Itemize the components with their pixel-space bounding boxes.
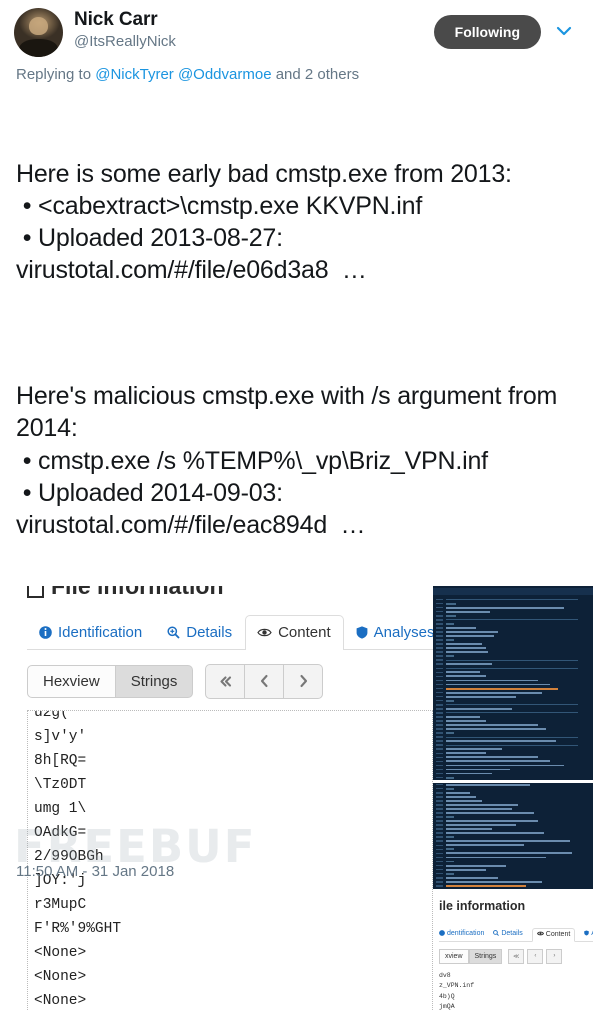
eye-icon (257, 627, 272, 638)
chevron-left-icon[interactable]: ‹ (527, 948, 544, 964)
tweet-header: Nick Carr @ItsReallyNick Following (0, 0, 593, 57)
reply-context: Replying to @NickTyrer @Oddvarmoe and 2 … (0, 52, 593, 83)
string-line: <None> (34, 968, 87, 985)
magnifier-plus-icon (493, 929, 500, 938)
mini-hexview-button[interactable]: xview (439, 948, 469, 964)
double-chevron-left-icon[interactable] (205, 663, 246, 699)
file-information-heading: File information (0, 585, 460, 600)
mini-file-information-heading: ile information (439, 898, 526, 913)
mini-tab-details[interactable]: Details (493, 929, 523, 941)
shield-icon (584, 929, 590, 938)
tab-identification[interactable]: Identification (27, 615, 155, 650)
mini-strings-output[interactable]: dv8 z_VPN.inf 4b)Q jmQA tp.exed"uu haji … (439, 971, 593, 1010)
author-handle[interactable]: @ItsReallyNick (74, 33, 434, 50)
view-toggle-group[interactable]: Hexview Strings (27, 664, 194, 698)
tab-details[interactable]: Details (155, 615, 245, 650)
virustotal-tabs[interactable]: Identification Details Content Analyses (27, 611, 435, 650)
chevron-right-icon[interactable] (284, 663, 324, 699)
string-line: <None> (34, 944, 87, 961)
tab-analyses-label: Analyses (373, 623, 435, 641)
mini-virustotal-tabs[interactable]: dentification Details Content A (439, 923, 593, 942)
mini-tab-details-label: Details (501, 930, 523, 937)
mini-tab-analyses[interactable]: A (584, 929, 593, 941)
tweet-paragraph-2: Here's malicious cmstp.exe with /s argum… (16, 382, 558, 539)
reply-suffix[interactable]: and 2 others (272, 66, 359, 83)
checkbox-icon (27, 585, 44, 598)
string-line: \Tz0DT (34, 776, 87, 793)
string-line: F'R%'9%GHT (34, 920, 122, 937)
tab-content-label: Content (278, 623, 331, 641)
double-chevron-left-icon[interactable]: ≪ (508, 948, 525, 964)
tweet-text: Here is some early bad cmstp.exe from 20… (0, 83, 593, 574)
hexview-button[interactable]: Hexview (27, 664, 116, 698)
editor-tabbar (433, 587, 593, 595)
mini-tab-content-label: Content (545, 930, 571, 938)
reply-mentions[interactable]: @NickTyrer @Oddvarmoe (95, 66, 271, 83)
reply-prefix: Replying to (16, 66, 96, 83)
info-circle-icon (439, 929, 445, 938)
pagination-group[interactable] (205, 663, 324, 699)
mini-tab-identification-label: dentification (447, 930, 485, 937)
tweet-timestamp[interactable]: 11:50 AM - 31 Jan 2018 (16, 863, 174, 880)
tab-content[interactable]: Content (245, 614, 344, 650)
string-line: r3MupC (34, 896, 87, 913)
mini-string-line: dv8 (439, 971, 451, 979)
string-line: s]v'y' (34, 728, 87, 745)
mini-tab-identification[interactable]: dentification (439, 929, 485, 941)
editor-code-lines (433, 598, 593, 889)
avatar[interactable] (14, 8, 63, 57)
content-view-controls[interactable]: Hexview Strings (27, 663, 433, 699)
string-line: 8h[RQ= (34, 752, 87, 769)
magnifier-plus-icon (167, 625, 180, 639)
mini-virustotal-screenshot: ile information dentification Details Co… (433, 888, 593, 1010)
info-circle-icon (39, 625, 52, 639)
string-line: umg 1\ (34, 800, 87, 817)
author-display-name[interactable]: Nick Carr (74, 9, 434, 31)
strings-output[interactable]: u2g(' s]v'y' 8h[RQ= \Tz0DT umg 1\ OAdkG=… (27, 709, 433, 1010)
tweet-footer: 11:50 AM - 31 Jan 2018 (0, 863, 593, 891)
strings-button[interactable]: Strings (115, 664, 194, 698)
chevron-down-icon[interactable] (553, 20, 575, 42)
shield-icon (356, 625, 368, 639)
chevron-left-icon[interactable] (245, 663, 285, 699)
file-information-label: File information (51, 585, 224, 599)
string-line: <None> (34, 992, 87, 1009)
mini-tab-content[interactable]: Content (531, 927, 576, 942)
tab-details-label: Details (186, 623, 233, 641)
code-editor-screenshot (433, 585, 593, 889)
mini-string-line: jmQA (439, 1003, 455, 1010)
following-button[interactable]: Following (433, 15, 541, 49)
virustotal-screenshot: File information Identification Details … (0, 585, 460, 1010)
mini-string-line: z_VPN.inf (439, 982, 475, 989)
string-line: u2g(' (34, 709, 78, 721)
tweet-paragraph-1: Here is some early bad cmstp.exe from 20… (16, 159, 512, 285)
tab-identification-label: Identification (58, 623, 143, 641)
mini-strings-button[interactable]: Strings (468, 948, 503, 964)
author-name-block: Nick Carr @ItsReallyNick (74, 8, 434, 50)
mini-string-line: 4b)Q (439, 992, 455, 1000)
string-line: OAdkG= (34, 824, 87, 841)
chevron-right-icon[interactable]: › (546, 948, 563, 964)
tab-analyses[interactable]: Analyses (344, 615, 448, 650)
mini-content-view-controls[interactable]: xview Strings ≪ ‹ › (439, 948, 593, 964)
tweet-media[interactable]: File information Identification Details … (0, 585, 593, 1010)
eye-icon (536, 931, 544, 938)
